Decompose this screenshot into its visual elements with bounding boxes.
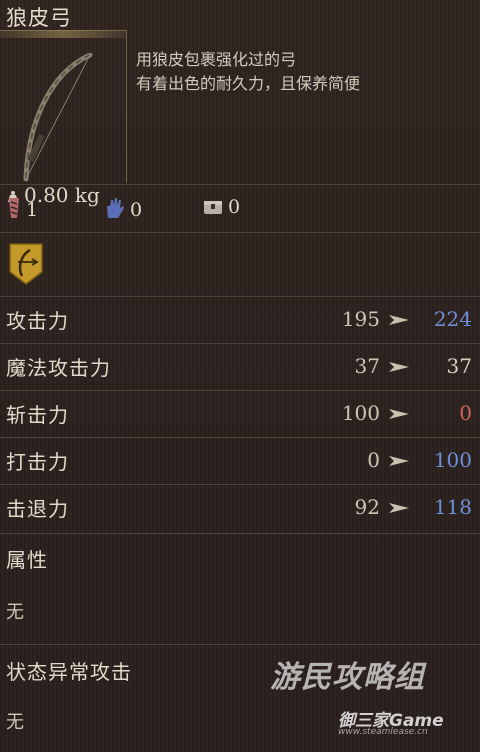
divider [0, 533, 480, 534]
arrow-right-icon [389, 503, 409, 513]
magic-hand-icon [107, 198, 124, 218]
stat-new-value: 100 [433, 448, 472, 472]
watermark-url: www.steamlease.cn [338, 727, 428, 737]
description-line-1: 用狼皮包裹强化过的弓 [136, 50, 297, 69]
watermark-main: 游民攻略组 [270, 660, 425, 695]
requirement-magic-value: 0 [130, 199, 143, 221]
frame-ornament [0, 30, 126, 38]
requirement-strength-value: 1 [26, 199, 39, 221]
stat-row-slash: 斩击力 100 0 [0, 391, 480, 437]
divider [0, 184, 480, 185]
stat-new-value: 0 [459, 401, 472, 425]
arrow-right-icon [389, 409, 409, 419]
stat-row-attack: 攻击力 195 224 [0, 297, 480, 343]
arrow-right-icon [389, 456, 409, 466]
stat-label: 打击力 [6, 450, 69, 474]
stat-row-magic-attack: 魔法攻击力 37 37 [0, 344, 480, 390]
stat-row-poise-damage: 击退力 92 118 [0, 485, 480, 531]
attribute-value: 无 [6, 602, 24, 623]
strength-icon [9, 198, 19, 218]
divider [0, 644, 480, 645]
attribute-label: 属性 [6, 548, 48, 572]
bow-affinity-emblem-icon [9, 243, 43, 285]
stat-new-value: 224 [433, 307, 472, 331]
arrow-right-icon [389, 362, 409, 372]
stat-current-value: 92 [354, 495, 380, 519]
divider [0, 232, 480, 233]
requirement-chest-value: 0 [228, 196, 241, 218]
requirement-strength: 1 [6, 196, 38, 221]
chest-icon [204, 201, 222, 214]
stat-row-strike: 打击力 0 100 [0, 438, 480, 484]
status-attack-label: 状态异常攻击 [6, 660, 132, 684]
requirement-magic: 0 [104, 196, 142, 221]
item-description: 用狼皮包裹强化过的弓 有着出色的耐久力，且保养简便 [136, 48, 360, 96]
stat-current-value: 37 [354, 354, 380, 378]
stat-label: 击退力 [6, 497, 69, 521]
stat-current-value: 0 [367, 448, 380, 472]
stat-label: 魔法攻击力 [6, 356, 111, 380]
stat-label: 斩击力 [6, 403, 69, 427]
wolf-skin-bow-image [23, 53, 93, 182]
status-attack-value: 无 [6, 712, 24, 733]
stat-new-value: 37 [446, 354, 472, 378]
stat-current-value: 195 [341, 307, 380, 331]
item-image-frame: 0.80 kg [0, 30, 127, 207]
requirement-chest: 0 [202, 196, 240, 218]
stat-new-value: 118 [433, 495, 472, 519]
arrow-right-icon [389, 315, 409, 325]
description-line-2: 有着出色的耐久力，且保养简便 [136, 74, 361, 93]
item-name: 狼皮弓 [6, 6, 72, 30]
stat-label: 攻击力 [6, 309, 69, 333]
stat-current-value: 100 [341, 401, 380, 425]
